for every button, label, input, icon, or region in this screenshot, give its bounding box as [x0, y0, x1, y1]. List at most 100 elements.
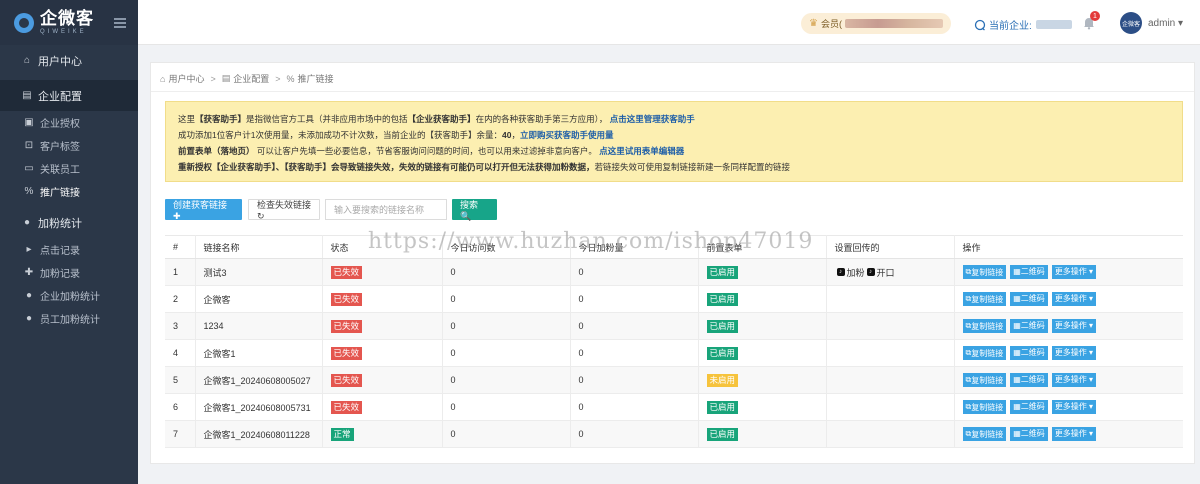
- copy-link-button[interactable]: ⧉ 复制链接: [962, 427, 1007, 442]
- sidebar-item-label: 企业配置: [38, 90, 82, 103]
- callback-cell: [826, 393, 955, 421]
- action-label: 二维码: [1020, 348, 1045, 358]
- status-cell: 已失效: [322, 312, 443, 340]
- sidebar-item-label: 关联员工: [40, 165, 80, 176]
- current-company[interactable]: 当前企业:: [974, 17, 1072, 32]
- copy-link-button[interactable]: ⧉ 复制链接: [962, 319, 1007, 334]
- fans-count: 0: [570, 339, 699, 367]
- table-row: 5 企微客1_20240608005027 已失效 0 0 未启用 ⧉ 复制链接 ▦ 二维码更…: [165, 366, 1183, 394]
- form-status-badge: 已启用: [706, 292, 739, 306]
- buy-quota-link[interactable]: 立即购买获客助手使用量: [520, 130, 614, 140]
- sidebar-item[interactable]: ▤ 企业配置: [0, 80, 138, 111]
- notice-bold: 重新授权【企业获客助手】、【获客助手】会导致链接失效，失效的链接有可能仍可以打开…: [178, 162, 595, 172]
- copy-link-button[interactable]: ⧉ 复制链接: [962, 346, 1007, 361]
- sidebar-item-label: 推广链接: [40, 188, 80, 199]
- status-badge: 已失效: [330, 373, 363, 387]
- breadcrumb-item[interactable]: 用户中心: [168, 72, 204, 85]
- table-header: # 链接名称 状态 今日访问数 今日加粉量 前置表单 设置回传的 操作: [165, 235, 1183, 259]
- row-index: 1: [165, 258, 196, 286]
- visits-count: 0: [442, 420, 571, 448]
- sidebar-item[interactable]: ▭ 关联员工: [0, 157, 138, 180]
- form-editor-link[interactable]: 点这里试用表单编辑器: [599, 146, 684, 156]
- notice-text: 若链接失效可使用复制链接新建一条同样配置的链接: [594, 162, 791, 172]
- create-link-button[interactable]: 创建获客链接 ✚: [165, 199, 242, 221]
- search-button[interactable]: 搜索 🔍: [452, 199, 497, 221]
- link-name: 1234: [195, 312, 323, 340]
- logo-title: 企微客: [40, 9, 94, 28]
- status-cell: 已失效: [322, 285, 443, 313]
- column-header: #: [165, 235, 196, 259]
- fans-count: 0: [570, 420, 699, 448]
- sidebar-item[interactable]: ⊡ 客户标签: [0, 134, 138, 157]
- vip-badge[interactable]: ♛ 会员(: [801, 13, 951, 34]
- user-menu[interactable]: admin ▾: [1148, 18, 1183, 29]
- sidebar-item[interactable]: ▸ 点击记录: [0, 238, 138, 261]
- action-label: 复制链接: [971, 375, 1004, 385]
- cursor-icon: ▸: [26, 244, 32, 255]
- copy-link-button[interactable]: ⧉ 复制链接: [962, 373, 1007, 388]
- sidebar-item[interactable]: ● 企业加粉统计: [0, 284, 138, 307]
- search-input[interactable]: [325, 199, 447, 220]
- table-row: 6 企微客1_20240608005731 已失效 0 0 已启用 ⧉ 复制链接 ▦ 二维码更…: [165, 393, 1183, 421]
- sidebar-item-label: 企业加粉统计: [40, 292, 100, 303]
- notice-bold: 前置表单（落地页）: [178, 146, 255, 156]
- visits-count: 0: [442, 258, 571, 286]
- more-actions-button[interactable]: 更多操作 ▾: [1051, 264, 1097, 279]
- actions-cell: ⧉ 复制链接 ▦ 二维码 更多操作 ▾: [954, 393, 1183, 421]
- more-actions-button[interactable]: 更多操作 ▾: [1051, 372, 1097, 387]
- form-cell: 已启用: [698, 312, 827, 340]
- qrcode-icon: ▦: [1013, 348, 1021, 358]
- action-label: 二维码: [1020, 375, 1045, 385]
- copy-link-button[interactable]: ⧉ 复制链接: [962, 292, 1007, 307]
- row-index: 6: [165, 393, 196, 421]
- action-label: 更多操作 ▾: [1054, 267, 1094, 277]
- sidebar-item[interactable]: ● 加粉统计: [0, 207, 138, 238]
- link-name: 企微客1_20240608011228: [195, 420, 323, 448]
- sidebar-item[interactable]: ⌂ 用户中心: [0, 45, 138, 76]
- qrcode-button[interactable]: ▦ 二维码: [1010, 291, 1048, 306]
- status-cell: 已失效: [322, 339, 443, 367]
- copy-link-button[interactable]: ⧉ 复制链接: [962, 400, 1007, 415]
- qrcode-button[interactable]: ▦ 二维码: [1010, 318, 1048, 333]
- sidebar-item[interactable]: ✚ 加粉记录: [0, 261, 138, 284]
- link-name: 企微客1_20240608005731: [195, 393, 323, 421]
- action-label: 二维码: [1020, 402, 1045, 412]
- sidebar-item[interactable]: ● 员工加粉统计: [0, 307, 138, 330]
- logo[interactable]: 企微客 QIWEIKE: [0, 0, 138, 45]
- sidebar-item[interactable]: ▣ 企业授权: [0, 111, 138, 134]
- links-table: # 链接名称 状态 今日访问数 今日加粉量 前置表单 设置回传的 操作 1 测试3 已失效 0 0 已启…: [165, 235, 1183, 448]
- avatar[interactable]: 企微客: [1120, 12, 1142, 34]
- more-actions-button[interactable]: 更多操作 ▾: [1051, 345, 1097, 360]
- breadcrumb-item[interactable]: 企业配置: [233, 72, 269, 85]
- form-status-badge: 未启用: [706, 373, 739, 387]
- vip-label: 会员(: [820, 19, 842, 29]
- qrcode-button[interactable]: ▦ 二维码: [1010, 399, 1048, 414]
- manage-helper-link[interactable]: 点击这里管理获客助手: [610, 114, 695, 124]
- action-label: 二维码: [1020, 267, 1045, 277]
- more-actions-button[interactable]: 更多操作 ▾: [1051, 426, 1097, 441]
- action-label: 更多操作 ▾: [1054, 429, 1094, 439]
- more-actions-button[interactable]: 更多操作 ▾: [1051, 318, 1097, 333]
- actions-cell: ⧉ 复制链接 ▦ 二维码 更多操作 ▾: [954, 366, 1183, 394]
- link-name: 测试3: [195, 258, 323, 286]
- crown-icon: ♛: [809, 18, 818, 29]
- notice-text: 可以让客户先填一些必要信息，节省客服询问问题的时间，也可以用来过滤掉非意向客户。: [256, 146, 597, 156]
- action-label: 复制链接: [971, 429, 1004, 439]
- qrcode-button[interactable]: ▦ 二维码: [1010, 372, 1048, 387]
- logo-icon: [14, 12, 34, 33]
- form-cell: 已启用: [698, 420, 827, 448]
- check-invalid-button[interactable]: 检查失效链接 ↻: [248, 199, 320, 221]
- link-name: 企微客: [195, 285, 323, 313]
- more-actions-button[interactable]: 更多操作 ▾: [1051, 291, 1097, 306]
- home-icon: ⌂: [160, 73, 166, 84]
- column-header: 前置表单: [698, 235, 827, 259]
- sidebar-item[interactable]: % 推广链接: [0, 180, 138, 203]
- qrcode-button[interactable]: ▦ 二维码: [1010, 345, 1048, 360]
- more-actions-button[interactable]: 更多操作 ▾: [1051, 399, 1097, 414]
- copy-link-button[interactable]: ⧉ 复制链接: [962, 265, 1007, 280]
- logo-subtitle: QIWEIKE: [40, 29, 87, 35]
- callback-cell: [826, 366, 955, 394]
- qrcode-button[interactable]: ▦ 二维码: [1010, 426, 1048, 441]
- qrcode-button[interactable]: ▦ 二维码: [1010, 264, 1048, 279]
- menu-toggle-icon[interactable]: [114, 16, 126, 30]
